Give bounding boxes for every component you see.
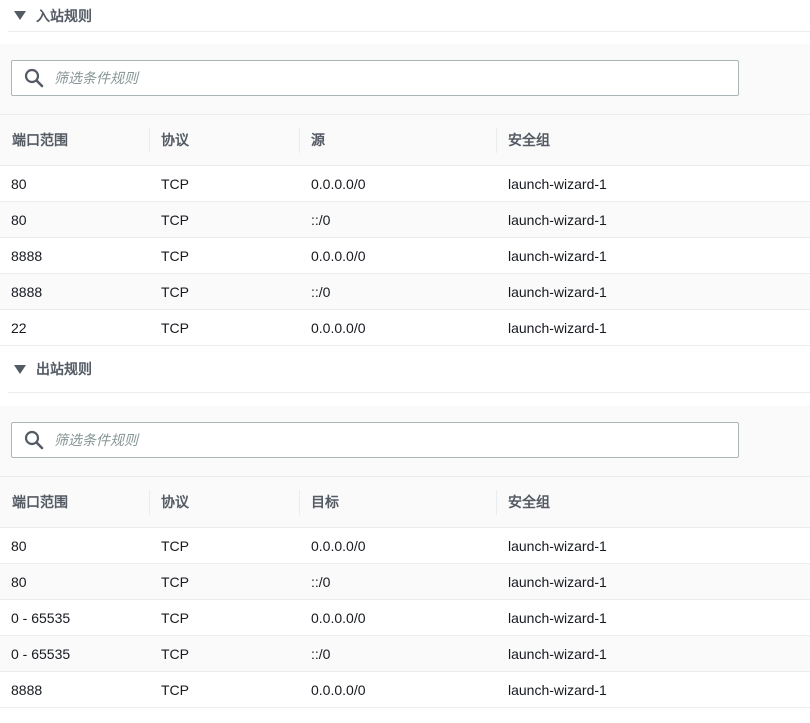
- outbound-rules-toggle[interactable]: 出站规则: [8, 346, 810, 393]
- cell-port: 0 - 65535: [11, 645, 71, 662]
- table-row: 80 TCP 0.0.0.0/0 launch-wizard-1: [0, 528, 810, 564]
- cell-destination: ::/0: [311, 573, 331, 590]
- table-row: 80 TCP ::/0 launch-wizard-1: [0, 201, 810, 238]
- search-icon: [24, 68, 44, 88]
- table-row: 8888 TCP 0.0.0.0/0 launch-wizard-1: [0, 672, 810, 708]
- column-header-security-group[interactable]: 安全组: [496, 114, 810, 166]
- cell-port: 8888: [11, 283, 43, 300]
- caret-down-icon: [14, 364, 26, 374]
- cell-port: 80: [11, 573, 27, 590]
- cell-security-group: launch-wizard-1: [508, 175, 607, 192]
- table-row: 8888 TCP 0.0.0.0/0 launch-wizard-1: [0, 238, 810, 274]
- column-header-port-range[interactable]: 端口范围: [0, 476, 149, 528]
- inbound-filter-input[interactable]: [54, 70, 738, 86]
- cell-port: 80: [11, 537, 27, 554]
- column-header-port-range[interactable]: 端口范围: [0, 114, 149, 166]
- cell-destination: 0.0.0.0/0: [311, 681, 366, 698]
- table-row: 22 TCP 0.0.0.0/0 launch-wizard-1: [0, 310, 810, 346]
- cell-protocol: TCP: [161, 319, 189, 336]
- cell-port: 0 - 65535: [11, 609, 71, 626]
- table-header-row: 端口范围 协议 目标 安全组: [0, 476, 810, 528]
- cell-source: ::/0: [311, 211, 331, 228]
- inbound-filter-bar: [0, 44, 810, 114]
- inbound-filter-box[interactable]: [11, 60, 739, 96]
- outbound-rules-section: 出站规则 端口范围 协议 目标 安全组 80 TCP 0.0.0.0/0 la: [0, 346, 810, 708]
- cell-security-group: launch-wizard-1: [508, 247, 607, 264]
- cell-security-group: launch-wizard-1: [508, 319, 607, 336]
- table-row: 0 - 65535 TCP 0.0.0.0/0 launch-wizard-1: [0, 600, 810, 636]
- table-header-row: 端口范围 协议 源 安全组: [0, 114, 810, 166]
- cell-security-group: launch-wizard-1: [508, 681, 607, 698]
- cell-protocol: TCP: [161, 573, 189, 590]
- outbound-rules-title: 出站规则: [36, 361, 92, 377]
- cell-security-group: launch-wizard-1: [508, 645, 607, 662]
- inbound-rules-table: 端口范围 协议 源 安全组 80 TCP 0.0.0.0/0 launch-wi…: [0, 114, 810, 346]
- cell-security-group: launch-wizard-1: [508, 283, 607, 300]
- cell-port: 22: [11, 319, 27, 336]
- cell-protocol: TCP: [161, 283, 189, 300]
- table-row: 8888 TCP ::/0 launch-wizard-1: [0, 273, 810, 310]
- outbound-rules-table: 端口范围 协议 目标 安全组 80 TCP 0.0.0.0/0 launch-w…: [0, 476, 810, 708]
- cell-port: 8888: [11, 681, 43, 698]
- inbound-rules-section: 入站规则 端口范围 协议 源 安全组 80 TCP 0.0.0.0/0 lau: [0, 0, 810, 346]
- cell-source: 0.0.0.0/0: [311, 247, 366, 264]
- cell-security-group: launch-wizard-1: [508, 609, 607, 626]
- cell-security-group: launch-wizard-1: [508, 211, 607, 228]
- caret-down-icon: [14, 11, 26, 20]
- cell-source: ::/0: [311, 283, 331, 300]
- cell-source: 0.0.0.0/0: [311, 175, 366, 192]
- cell-protocol: TCP: [161, 211, 189, 228]
- inbound-rules-toggle[interactable]: 入站规则: [8, 0, 810, 32]
- cell-protocol: TCP: [161, 681, 189, 698]
- table-row: 80 TCP ::/0 launch-wizard-1: [0, 563, 810, 600]
- cell-destination: ::/0: [311, 645, 331, 662]
- cell-protocol: TCP: [161, 247, 189, 264]
- cell-protocol: TCP: [161, 175, 189, 192]
- outbound-filter-input[interactable]: [54, 432, 738, 448]
- search-icon: [24, 430, 44, 450]
- table-row: 80 TCP 0.0.0.0/0 launch-wizard-1: [0, 166, 810, 202]
- cell-port: 8888: [11, 247, 43, 264]
- column-header-security-group[interactable]: 安全组: [496, 476, 810, 528]
- cell-protocol: TCP: [161, 645, 189, 662]
- column-header-source[interactable]: 源: [299, 114, 496, 166]
- cell-destination: 0.0.0.0/0: [311, 609, 366, 626]
- outbound-filter-bar: [0, 406, 810, 476]
- cell-protocol: TCP: [161, 537, 189, 554]
- table-row: 0 - 65535 TCP ::/0 launch-wizard-1: [0, 635, 810, 672]
- cell-port: 80: [11, 175, 27, 192]
- cell-security-group: launch-wizard-1: [508, 537, 607, 554]
- cell-security-group: launch-wizard-1: [508, 573, 607, 590]
- column-header-protocol[interactable]: 协议: [149, 476, 299, 528]
- column-header-protocol[interactable]: 协议: [149, 114, 299, 166]
- inbound-rules-title: 入站规则: [36, 7, 92, 24]
- cell-destination: 0.0.0.0/0: [311, 537, 366, 554]
- outbound-filter-box[interactable]: [11, 422, 739, 458]
- cell-port: 80: [11, 211, 27, 228]
- column-header-destination[interactable]: 目标: [299, 476, 496, 528]
- cell-source: 0.0.0.0/0: [311, 319, 366, 336]
- cell-protocol: TCP: [161, 609, 189, 626]
